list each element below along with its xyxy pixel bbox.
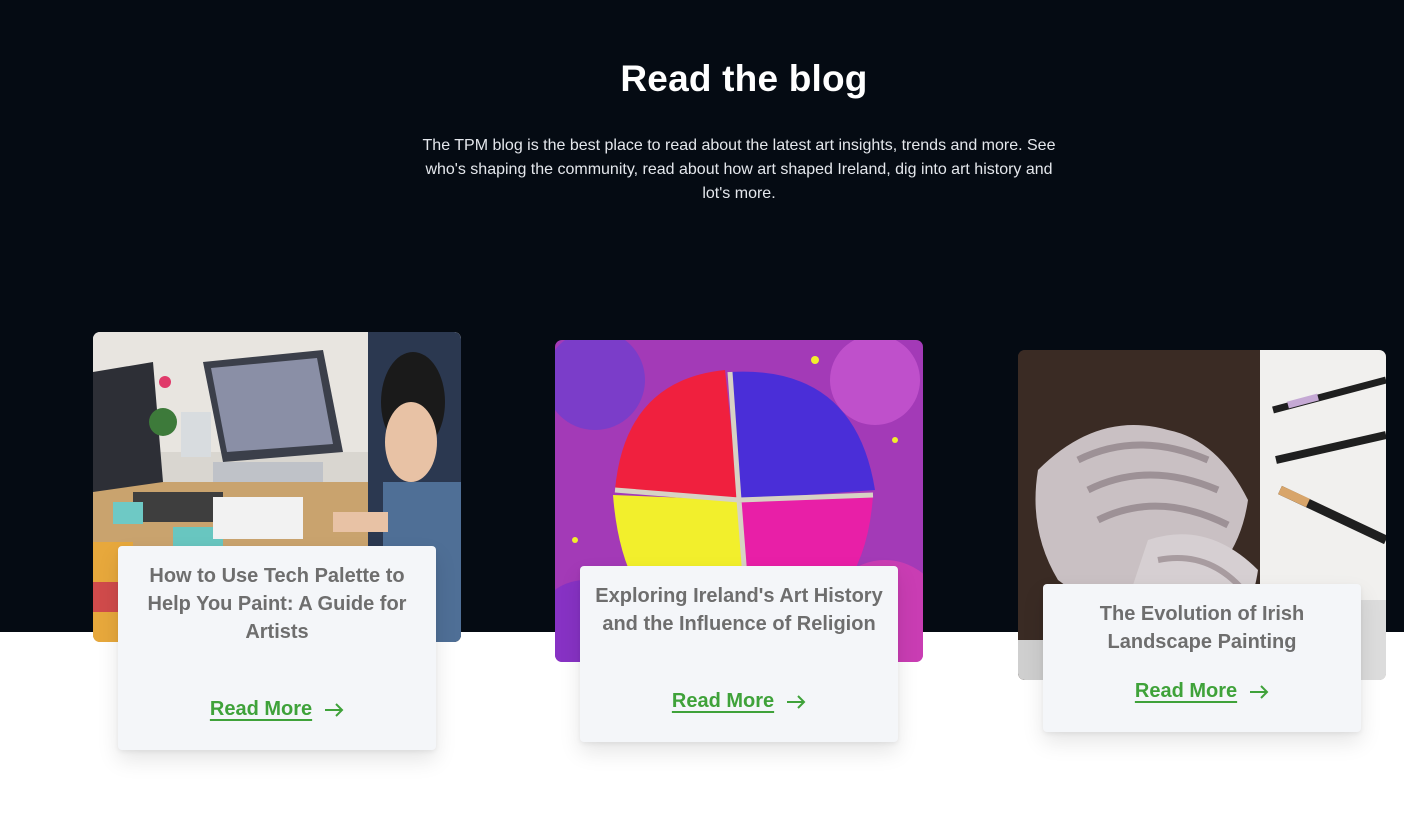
arrow-right-icon <box>787 694 806 709</box>
section-title: Read the blog <box>620 58 868 99</box>
blog-card-title[interactable]: How to Use Tech Palette to Help You Pain… <box>132 562 422 646</box>
read-more-label: Read More <box>671 690 775 712</box>
blog-card: How to Use Tech Palette to Help You Pain… <box>93 332 461 752</box>
read-more-label: Read More <box>1134 680 1238 702</box>
section-intro: The TPM blog is the best place to read a… <box>422 137 1056 202</box>
blog-card: The Evolution of Irish Landscape Paintin… <box>1018 350 1386 734</box>
read-more-link[interactable]: Read More <box>1043 680 1361 703</box>
read-more-link[interactable]: Read More <box>118 698 436 721</box>
blog-card-panel: How to Use Tech Palette to Help You Pain… <box>118 546 436 750</box>
blog-card: Exploring Ireland's Art History and the … <box>555 340 923 744</box>
blog-card-title[interactable]: Exploring Ireland's Art History and the … <box>594 582 884 638</box>
arrow-right-icon <box>325 702 344 717</box>
arrow-right-icon <box>1250 684 1269 699</box>
blog-card-panel: Exploring Ireland's Art History and the … <box>580 566 898 742</box>
blog-card-title[interactable]: The Evolution of Irish Landscape Paintin… <box>1057 600 1347 656</box>
read-more-label: Read More <box>209 698 313 720</box>
read-more-link[interactable]: Read More <box>580 690 898 713</box>
blog-card-panel: The Evolution of Irish Landscape Paintin… <box>1043 584 1361 732</box>
